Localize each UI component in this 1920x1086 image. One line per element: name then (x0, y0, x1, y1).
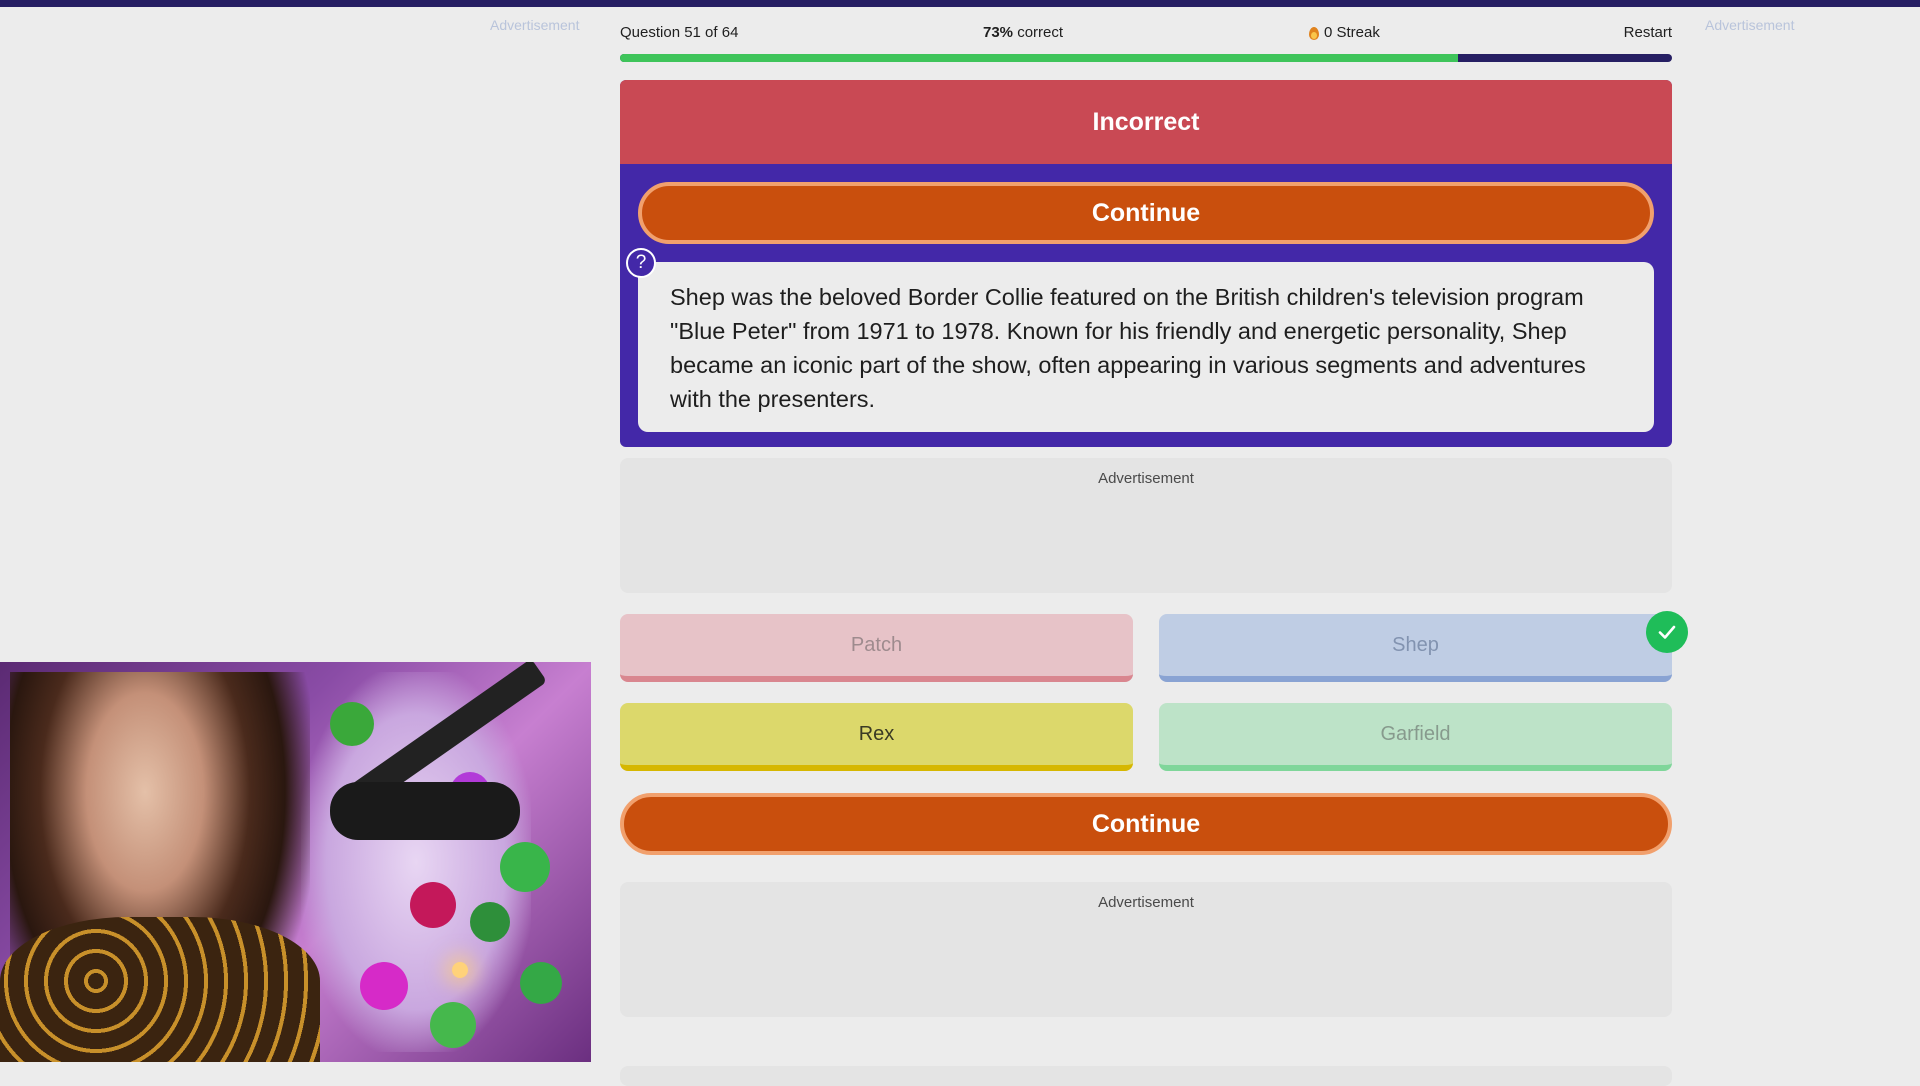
score-percent-value: 73% (983, 24, 1014, 41)
webcam-ornament (330, 702, 374, 746)
streamer-clothing (0, 917, 320, 1062)
streak-label: 0 Streak (1324, 24, 1380, 41)
webcam-ornament (430, 1002, 476, 1048)
webcam-light (452, 962, 468, 978)
progress-bar-fill (620, 54, 1459, 62)
answer-option-garfield[interactable]: Garfield (1159, 703, 1672, 771)
top-accent-bar (0, 0, 1920, 7)
next-content-block (620, 1066, 1672, 1086)
advertisement-label: Advertisement (1098, 470, 1194, 487)
side-advertisement-left: Advertisement (490, 17, 580, 33)
side-advertisement-right: Advertisement (1705, 17, 1795, 33)
score-percent-label: correct (1017, 24, 1064, 41)
continue-button-bottom[interactable]: Continue (620, 793, 1672, 855)
checkmark-glyph (1658, 625, 1676, 639)
microphone (330, 782, 520, 840)
answer-option-patch[interactable]: Patch (620, 614, 1133, 682)
quiz-header: Question 51 of 64 73% correct 0 Streak R… (620, 24, 1672, 46)
explanation-box: Shep was the beloved Border Collie featu… (638, 262, 1654, 432)
restart-button[interactable]: Restart (1624, 24, 1672, 41)
webcam-ornament (520, 962, 562, 1004)
webcam-ornament (410, 882, 456, 928)
checkmark-icon (1646, 611, 1688, 653)
feedback-card: Incorrect Continue Shep was the beloved … (620, 80, 1672, 447)
webcam-ornament (500, 842, 550, 892)
score-percent: 73% correct (983, 24, 1063, 41)
question-counter: Question 51 of 64 (620, 24, 739, 41)
advertisement-label: Advertisement (1098, 894, 1194, 911)
advertisement-block-middle: Advertisement (620, 458, 1672, 593)
webcam-ornament (470, 902, 510, 942)
streak-counter: 0 Streak (1308, 24, 1380, 41)
webcam-overlay (0, 662, 591, 1062)
question-mark-icon[interactable]: ? (626, 248, 656, 278)
answer-option-rex[interactable]: Rex (620, 703, 1133, 771)
result-banner: Incorrect (620, 80, 1672, 164)
advertisement-block-bottom: Advertisement (620, 882, 1672, 1017)
answer-option-shep[interactable]: Shep (1159, 614, 1672, 682)
progress-bar (620, 54, 1672, 62)
flame-icon (1308, 25, 1320, 41)
continue-button-top[interactable]: Continue (638, 182, 1654, 244)
webcam-ornament (360, 962, 408, 1010)
